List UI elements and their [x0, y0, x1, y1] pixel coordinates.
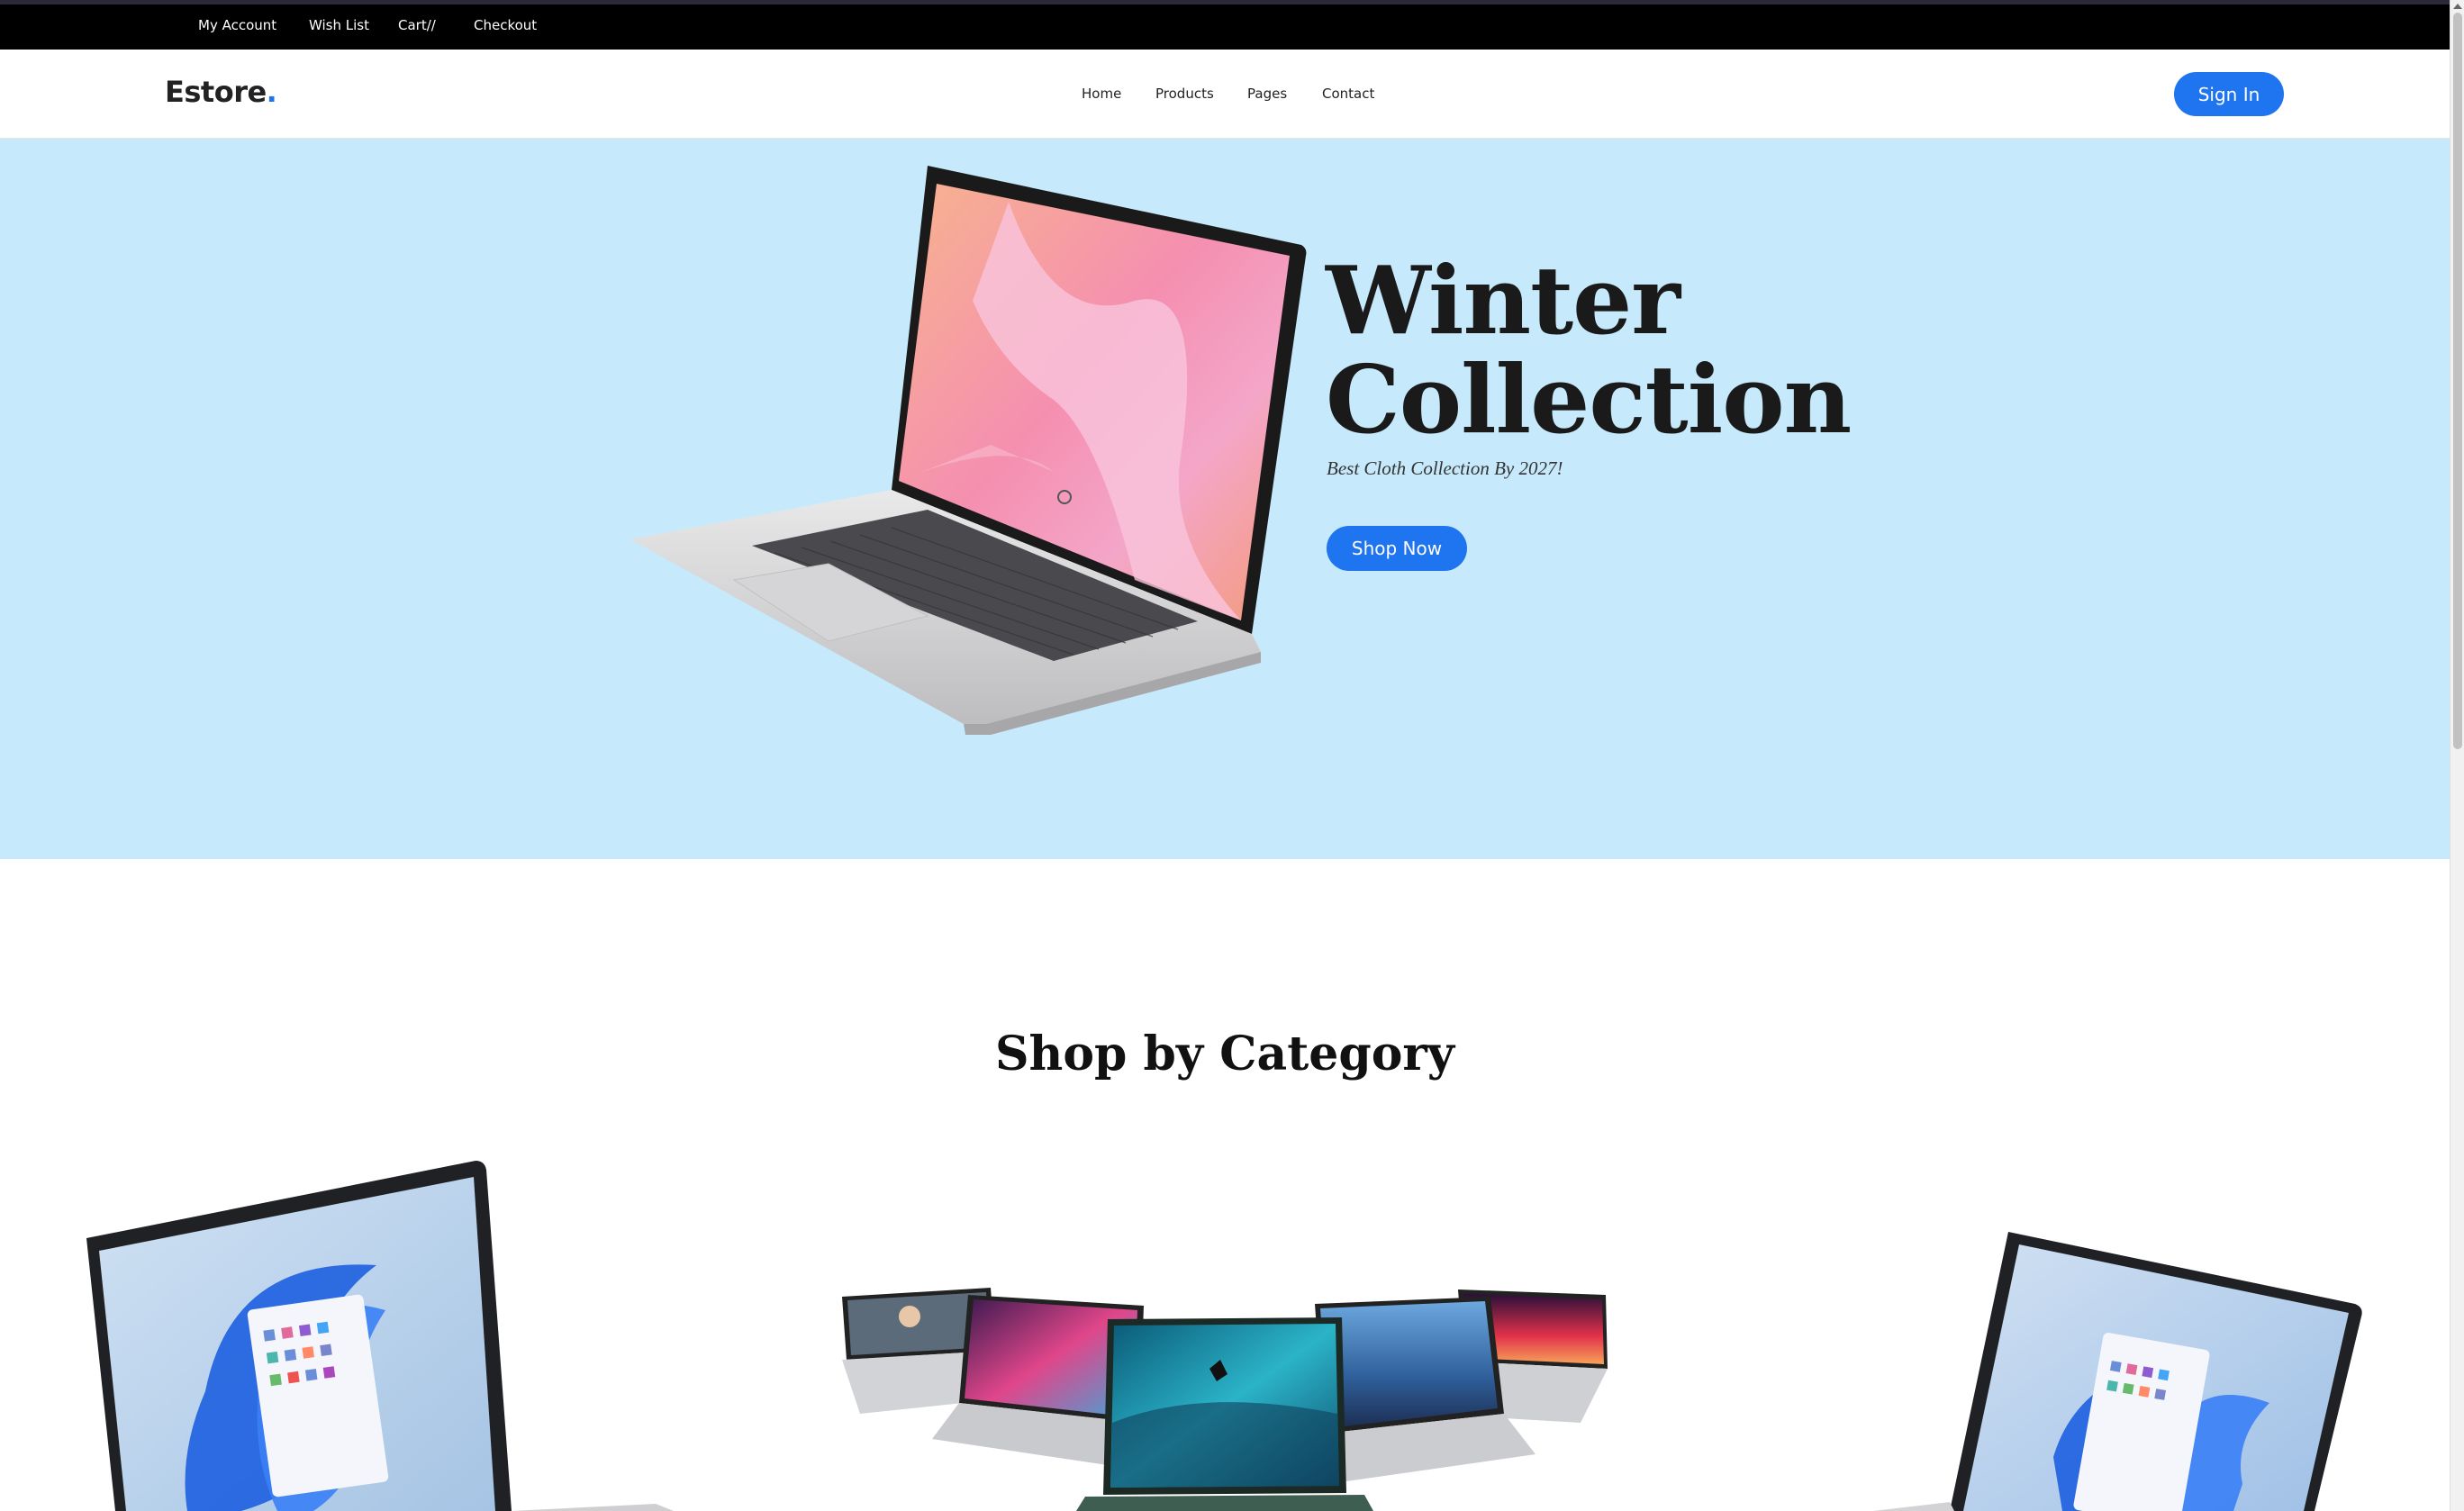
hero-title-line-1: Winter [1326, 245, 1680, 356]
logo-text: Estore [165, 75, 267, 109]
hero-banner: Winter Collection Best Cloth Collection … [0, 139, 2450, 859]
nav-products[interactable]: Products [1155, 86, 1214, 102]
my-account-link[interactable]: My Account [198, 17, 276, 33]
checkout-link[interactable]: Checkout [474, 17, 537, 33]
main-header: Estore. Home Products Pages Contact Sign… [0, 50, 2450, 139]
category-laptop-image-left[interactable] [79, 1157, 674, 1511]
nav-pages[interactable]: Pages [1247, 86, 1287, 102]
page: My Account Wish List Cart// Checkout Est… [0, 0, 2464, 1511]
wish-list-link[interactable]: Wish List [309, 17, 369, 33]
hero-laptop-image [630, 166, 1307, 735]
category-laptop-image-right[interactable] [1873, 1232, 2378, 1511]
sign-in-button[interactable]: Sign In [2174, 72, 2284, 116]
category-laptops-group-image[interactable] [842, 1288, 1608, 1511]
shop-now-button[interactable]: Shop Now [1327, 526, 1467, 571]
hero-subtitle: Best Cloth Collection By 2027! [1327, 457, 1563, 479]
scrollbar-thumb[interactable] [2453, 13, 2462, 749]
cart-link[interactable]: Cart// [398, 17, 436, 33]
page-scrollbar[interactable] [2450, 0, 2464, 1511]
top-utility-bar: My Account Wish List Cart// Checkout [0, 0, 2450, 50]
hero-title-line-2: Collection [1326, 344, 1852, 455]
nav-home[interactable]: Home [1082, 86, 1121, 102]
category-section-title: Shop by Category [994, 1027, 1455, 1081]
scroll-up-arrow-icon[interactable] [2453, 4, 2462, 9]
nav-contact[interactable]: Contact [1322, 86, 1374, 102]
hero-title: Winter Collection [1326, 245, 1852, 455]
site-logo[interactable]: Estore. [165, 75, 277, 109]
logo-dot: . [266, 75, 277, 109]
